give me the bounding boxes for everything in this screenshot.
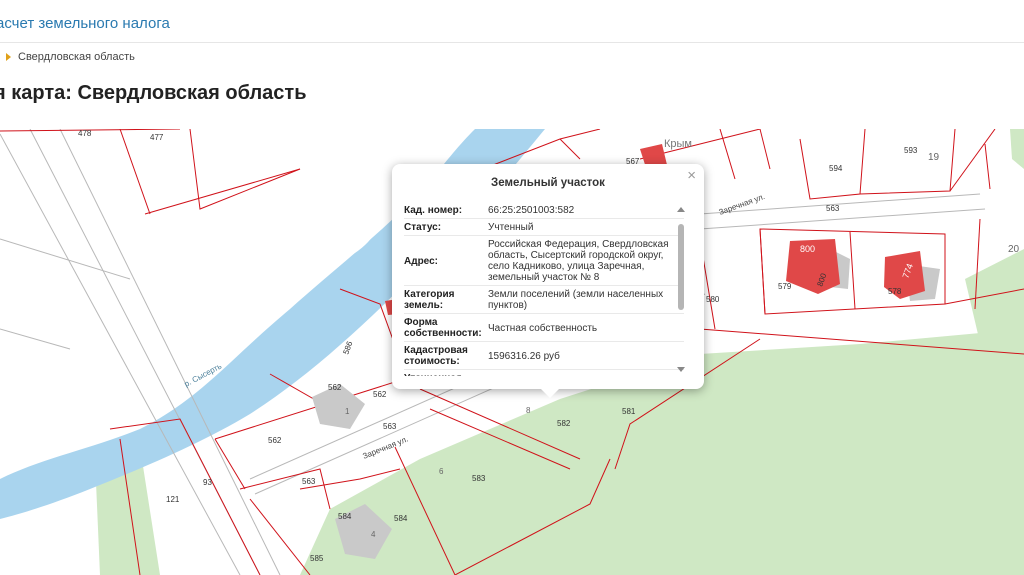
- parcel-label: 478: [78, 129, 92, 138]
- popup-row: Адрес: Российская Федерация, Свердловская…: [404, 236, 684, 286]
- parcel-label: 562: [373, 390, 387, 399]
- parcel-label: 581: [622, 407, 636, 416]
- popup-row-label: Форма собственности:: [404, 317, 482, 339]
- breadcrumb-region[interactable]: Свердловская область: [18, 51, 135, 63]
- parcel-label: 585: [310, 554, 324, 563]
- header-divider: [0, 42, 1024, 43]
- parcel-label: 20: [1008, 244, 1020, 255]
- parcel-label: 4: [371, 530, 376, 539]
- popup-row: Кадастровая стоимость: 1596316.26 руб: [404, 342, 684, 370]
- parcel-label: 593: [904, 146, 918, 155]
- popup-row: Уточненная площадь:1837 кв.м: [404, 370, 684, 376]
- building-number: 800: [800, 244, 815, 254]
- parcel-label: 477: [150, 133, 164, 142]
- page-title: я карта: Свердловская область: [0, 82, 307, 104]
- top-bar: асчет земельного налога: [0, 0, 1024, 48]
- parcel-label: 579: [778, 282, 792, 291]
- popup-row-label: Кад. номер:: [404, 205, 463, 216]
- popup-row-value: 1837 кв.м: [488, 373, 684, 376]
- popup-row: Статус: Учтенный: [404, 219, 684, 236]
- parcel-label: 93: [203, 478, 212, 487]
- scroll-thumb[interactable]: [678, 224, 684, 310]
- parcel-label: 584: [394, 514, 408, 523]
- parcel-label: 562: [268, 436, 282, 445]
- parcel-label: 583: [472, 474, 486, 483]
- popup-row-value: Российская Федерация, Свердловская облас…: [488, 239, 669, 283]
- breadcrumb-arrow-icon: [6, 53, 11, 61]
- place-label: Крым: [664, 138, 692, 150]
- popup-row-label: Статус:: [404, 222, 442, 233]
- parcel-label: 582: [557, 419, 571, 428]
- parcel-label: 562: [328, 383, 342, 392]
- popup-row-value: Земли поселений (земли населенных пункто…: [488, 289, 664, 311]
- scroll-up-icon[interactable]: [677, 207, 685, 212]
- popup-row-value: 66:25:2501003:582: [488, 205, 575, 216]
- parcel-label: 121: [166, 495, 180, 504]
- popup-row: Форма собственности: Частная собственност…: [404, 314, 684, 342]
- popup-scrollbar[interactable]: [673, 204, 691, 374]
- popup-row-value: 1596316.26 руб: [488, 350, 560, 362]
- parcel-info-popup: × Земельный участок Кад. номер: 66:25:250…: [392, 164, 704, 398]
- popup-row-label: Уточненная площадь:: [404, 373, 488, 376]
- popup-attribute-list[interactable]: Кад. номер: 66:25:2501003:582 Статус: Учтен…: [404, 202, 684, 376]
- popup-row: Кад. номер: 66:25:2501003:582: [404, 202, 684, 219]
- parcel-label: 6: [439, 467, 444, 476]
- parcel-label: 563: [383, 422, 397, 431]
- land-tax-link[interactable]: асчет земельного налога: [0, 15, 170, 32]
- popup-row-label: Кадастровая стоимость:: [404, 345, 468, 367]
- popup-row-value: Учтенный: [488, 222, 534, 233]
- parcel-label: 563: [826, 204, 840, 213]
- parcel-label: 8: [526, 406, 531, 415]
- popup-row-label: Адрес:: [404, 255, 438, 267]
- parcel-label: 1: [345, 407, 350, 416]
- scroll-down-icon[interactable]: [677, 367, 685, 372]
- popup-title: Земельный участок: [491, 177, 605, 189]
- parcel-label: 584: [338, 512, 352, 521]
- parcel-label: 563: [302, 477, 316, 486]
- parcel-label: 578: [888, 287, 902, 296]
- popup-row-value: Частная собственность: [488, 322, 598, 334]
- parcel-label: 19: [928, 152, 940, 163]
- parcel-label: 580: [706, 295, 720, 304]
- popup-row-label: Категория земель:: [404, 289, 455, 311]
- popup-row: Категория земель: Земли поселений (земли …: [404, 286, 684, 314]
- parcel-label: 594: [829, 164, 843, 173]
